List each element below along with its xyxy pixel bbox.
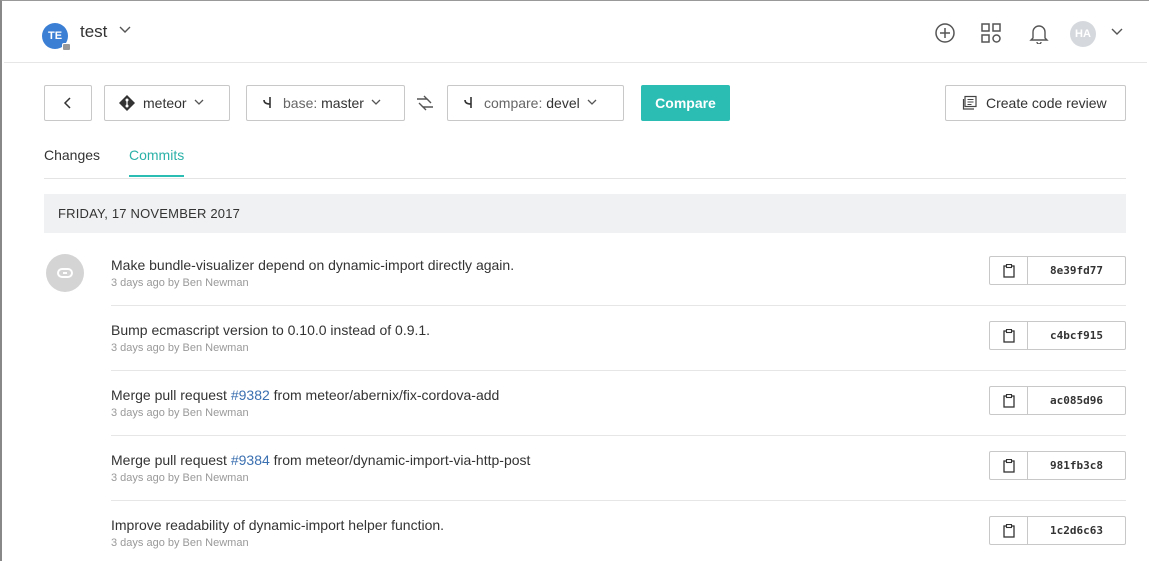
commit-sha-button[interactable]: c4bcf915 bbox=[989, 321, 1126, 350]
pull-request-link[interactable]: #9382 bbox=[231, 387, 270, 403]
clipboard-icon[interactable] bbox=[990, 257, 1028, 284]
apps-grid-icon[interactable] bbox=[980, 22, 1002, 44]
commit-meta: 3 days ago by Ben Newman bbox=[111, 407, 249, 419]
code-review-icon bbox=[962, 95, 978, 111]
lock-icon bbox=[62, 43, 71, 51]
commit-sha[interactable]: ac085d96 bbox=[1028, 387, 1125, 414]
branch-icon bbox=[462, 95, 476, 111]
commit-meta: 3 days ago by Ben Newman bbox=[111, 537, 249, 549]
author-avatar bbox=[46, 254, 84, 292]
commit-row: Make bundle-visualizer depend on dynamic… bbox=[111, 241, 1126, 306]
commit-sha-button[interactable]: 8e39fd77 bbox=[989, 256, 1126, 285]
create-code-review-label: Create code review bbox=[986, 95, 1107, 111]
base-branch-name: master bbox=[321, 95, 364, 111]
commit-sha[interactable]: 1c2d6c63 bbox=[1028, 517, 1125, 544]
commit-sha[interactable]: c4bcf915 bbox=[1028, 322, 1125, 349]
compare-prefix: compare: bbox=[484, 95, 543, 111]
clipboard-icon[interactable] bbox=[990, 322, 1028, 349]
compare-branch-select[interactable]: compare: devel bbox=[447, 85, 624, 121]
chevron-down-icon[interactable] bbox=[118, 22, 132, 39]
commit-sha-button[interactable]: ac085d96 bbox=[989, 386, 1126, 415]
commit-meta: 3 days ago by Ben Newman bbox=[111, 277, 249, 289]
base-prefix: base: bbox=[283, 95, 318, 111]
commit-row: Improve readability of dynamic-import he… bbox=[111, 501, 1126, 561]
create-code-review-button[interactable]: Create code review bbox=[945, 85, 1126, 121]
user-avatar[interactable]: HA bbox=[1070, 21, 1096, 47]
back-button[interactable] bbox=[44, 85, 92, 121]
commit-meta: 3 days ago by Ben Newman bbox=[111, 472, 249, 484]
commit-list: Make bundle-visualizer depend on dynamic… bbox=[111, 241, 1126, 561]
chevron-down-icon bbox=[193, 96, 205, 111]
chevron-left-icon bbox=[63, 97, 71, 109]
commit-row: Bump ecmascript version to 0.10.0 instea… bbox=[111, 306, 1126, 371]
swap-icon[interactable] bbox=[414, 92, 436, 114]
user-menu-chevron-icon[interactable] bbox=[1110, 24, 1124, 41]
clipboard-icon[interactable] bbox=[990, 387, 1028, 414]
commit-message[interactable]: Improve readability of dynamic-import he… bbox=[111, 517, 444, 533]
top-bar bbox=[4, 1, 1147, 63]
commit-sha-button[interactable]: 1c2d6c63 bbox=[989, 516, 1126, 545]
date-group-header: FRIDAY, 17 NOVEMBER 2017 bbox=[44, 194, 1126, 233]
commit-sha[interactable]: 981fb3c8 bbox=[1028, 452, 1125, 479]
tab-commits[interactable]: Commits bbox=[129, 147, 185, 177]
compare-branch-name: devel bbox=[546, 95, 580, 111]
git-repo-icon bbox=[119, 95, 135, 111]
tab-changes[interactable]: Changes bbox=[44, 147, 100, 176]
bell-icon[interactable] bbox=[1028, 22, 1050, 44]
commit-message[interactable]: Make bundle-visualizer depend on dynamic… bbox=[111, 257, 514, 273]
clipboard-icon[interactable] bbox=[990, 452, 1028, 479]
repository-name: meteor bbox=[143, 95, 187, 111]
commit-message[interactable]: Merge pull request #9382 from meteor/abe… bbox=[111, 387, 499, 403]
tab-bar: Changes Commits bbox=[44, 143, 1126, 179]
commit-row: Merge pull request #9382 from meteor/abe… bbox=[111, 371, 1126, 436]
chevron-down-icon bbox=[586, 96, 598, 111]
commit-meta: 3 days ago by Ben Newman bbox=[111, 342, 249, 354]
clipboard-icon[interactable] bbox=[990, 517, 1028, 544]
pull-request-link[interactable]: #9384 bbox=[231, 452, 270, 468]
commit-message[interactable]: Merge pull request #9384 from meteor/dyn… bbox=[111, 452, 530, 468]
commit-row: Merge pull request #9384 from meteor/dyn… bbox=[111, 436, 1126, 501]
workspace-name[interactable]: test bbox=[80, 22, 107, 42]
branch-icon bbox=[261, 95, 275, 111]
base-branch-select[interactable]: base: master bbox=[246, 85, 405, 121]
plus-circle-icon[interactable] bbox=[934, 22, 956, 44]
compare-button[interactable]: Compare bbox=[641, 85, 730, 121]
commit-sha[interactable]: 8e39fd77 bbox=[1028, 257, 1125, 284]
repository-select[interactable]: meteor bbox=[104, 85, 230, 121]
commit-message[interactable]: Bump ecmascript version to 0.10.0 instea… bbox=[111, 322, 430, 338]
link-icon bbox=[57, 268, 73, 278]
commit-sha-button[interactable]: 981fb3c8 bbox=[989, 451, 1126, 480]
chevron-down-icon bbox=[370, 96, 382, 111]
